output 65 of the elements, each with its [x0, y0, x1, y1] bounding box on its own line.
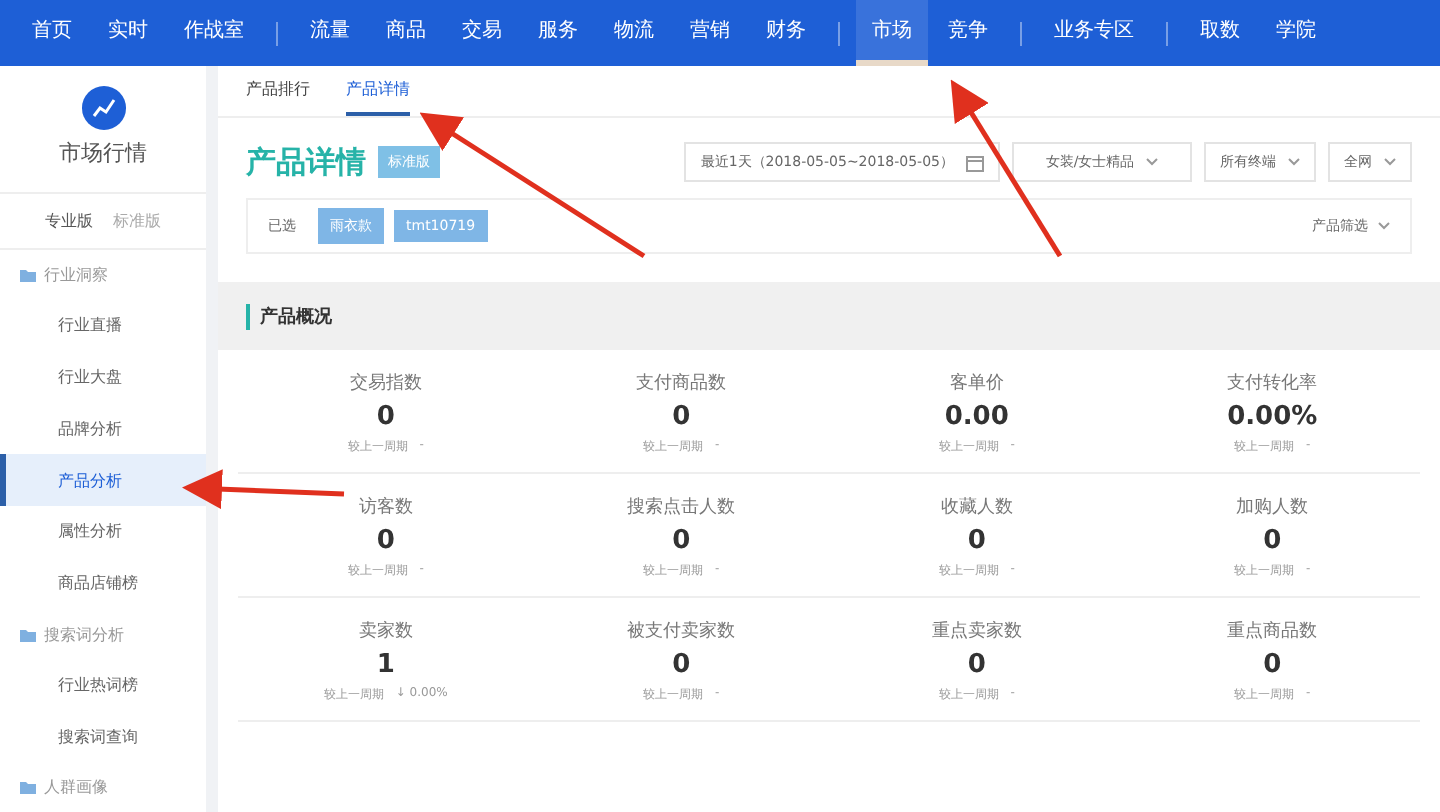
- metric-value: 0: [967, 526, 986, 556]
- metric-name: 收藏人数: [940, 495, 1013, 520]
- section-title: 产品概况: [246, 303, 332, 329]
- metric-name: 客单价: [949, 371, 1004, 396]
- metric-value: 0: [376, 526, 395, 556]
- sidebar-title: 市场行情: [0, 137, 206, 194]
- page-title: 产品详情: [246, 143, 366, 181]
- caret-icon: [1288, 158, 1300, 166]
- sidebar-item[interactable]: 行业大盘: [0, 351, 206, 403]
- sidebar-section-label: 行业洞察: [44, 263, 108, 286]
- metric-name: 重点商品数: [1227, 619, 1318, 644]
- nav-item[interactable]: 学院: [1260, 0, 1332, 66]
- nav-item[interactable]: 商品: [370, 0, 442, 66]
- nav-item[interactable]: 交易: [446, 0, 518, 66]
- metric-value: 0: [967, 650, 986, 680]
- nav-item[interactable]: 服务: [522, 0, 594, 66]
- metric-name: 被支付卖家数: [627, 619, 736, 644]
- sidebar-item[interactable]: 商品店铺榜: [0, 557, 206, 609]
- folder-icon: [20, 627, 36, 641]
- sidebar-section-label: 搜索词分析: [44, 623, 124, 645]
- sidebar-item[interactable]: 行业直播: [0, 299, 206, 352]
- nav-item[interactable]: 财务: [750, 0, 822, 66]
- metric-value: 0: [672, 526, 691, 556]
- nav-item[interactable]: 业务专区: [1038, 0, 1150, 66]
- nav-item[interactable]: 物流: [598, 0, 670, 66]
- metric-name: 访客数: [358, 495, 413, 520]
- metric-value: 0: [1263, 650, 1282, 680]
- metric-value: 1: [376, 650, 395, 680]
- metric-name: 交易指数: [349, 371, 422, 396]
- metric-value: 0: [672, 650, 691, 680]
- metric-value: 0: [672, 402, 691, 432]
- metric-name: 搜索点击人数: [627, 495, 736, 520]
- caret-icon: [1146, 158, 1159, 166]
- nav-item[interactable]: 首页: [16, 0, 88, 66]
- folder-icon: [20, 267, 36, 282]
- metric-value: 0: [1263, 526, 1282, 556]
- nav-item[interactable]: 营销: [674, 0, 746, 66]
- edition-tab[interactable]: 专业版: [45, 209, 93, 232]
- sidebar-item[interactable]: 品牌分析: [0, 402, 206, 455]
- sidebar-item[interactable]: 属性分析: [0, 505, 206, 558]
- folder-icon: [20, 780, 36, 795]
- metric-name: 支付商品数: [636, 371, 727, 396]
- caret-icon: [1384, 158, 1396, 166]
- nav-item[interactable]: 取数: [1184, 0, 1256, 66]
- sidebar-item[interactable]: 行业热词榜: [0, 659, 206, 711]
- metric-value: 0.00%: [1227, 402, 1318, 432]
- metric-value: 0.00: [944, 402, 1009, 432]
- tab[interactable]: 产品排行: [246, 78, 310, 116]
- metric-name: 重点卖家数: [931, 619, 1022, 644]
- calendar-icon: [966, 153, 984, 171]
- nav-item[interactable]: 市场: [856, 0, 928, 66]
- nav-item[interactable]: 实时: [92, 0, 164, 66]
- nav-item[interactable]: 作战室: [168, 0, 260, 66]
- market-logo-icon: [81, 86, 125, 130]
- metric-name: 支付转化率: [1227, 371, 1318, 396]
- sidebar-item[interactable]: 产品分析: [0, 454, 206, 506]
- caret-icon: [1378, 222, 1390, 230]
- metric-name: 加购人数: [1236, 495, 1309, 520]
- sidebar-item[interactable]: 搜索词查询: [0, 710, 206, 763]
- nav-item[interactable]: 竞争: [932, 0, 1004, 66]
- metric-value: 0: [376, 402, 395, 432]
- metric-name: 卖家数: [358, 619, 413, 644]
- nav-item[interactable]: 流量: [294, 0, 366, 66]
- tab[interactable]: 产品详情: [346, 78, 410, 116]
- sidebar-section-label: 人群画像: [44, 776, 108, 799]
